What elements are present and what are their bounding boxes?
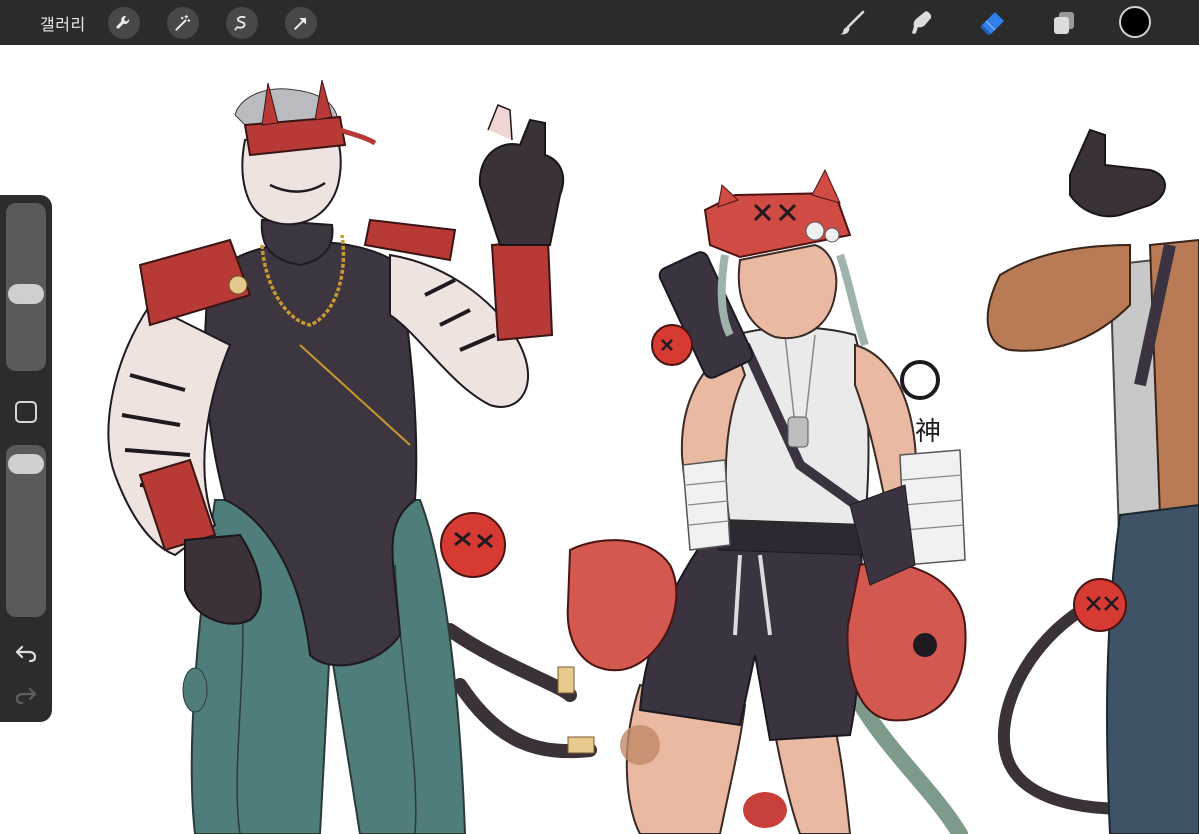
smudge-icon[interactable] (904, 5, 940, 41)
left-sidebar (0, 195, 52, 722)
color-picker-swatch[interactable] (1119, 6, 1151, 38)
wrench-icon[interactable] (108, 7, 140, 39)
brush-icon[interactable] (834, 5, 870, 41)
character-left (107, 79, 597, 834)
character-middle: 神 (566, 168, 968, 834)
drawing-canvas[interactable]: 神 (0, 45, 1199, 834)
magic-wand-icon[interactable] (167, 7, 199, 39)
gallery-button[interactable]: 갤러리 (40, 11, 86, 35)
redo-icon[interactable] (14, 685, 38, 705)
layers-icon[interactable] (1046, 5, 1082, 41)
opacity-slider[interactable] (6, 445, 46, 617)
brush-size-slider[interactable] (6, 203, 46, 371)
selection-icon[interactable] (226, 7, 258, 39)
eraser-icon[interactable] (974, 5, 1010, 41)
modify-button[interactable] (15, 401, 37, 423)
character-right (986, 128, 1199, 834)
sketch-artwork: 神 (107, 79, 1199, 834)
transform-arrow-icon[interactable] (285, 7, 317, 39)
undo-icon[interactable] (14, 643, 38, 663)
opacity-thumb[interactable] (8, 454, 44, 475)
brush-size-thumb[interactable] (8, 284, 44, 305)
top-toolbar: 갤러리 (0, 0, 1199, 45)
tattoo-glyph: 神 (915, 417, 941, 447)
